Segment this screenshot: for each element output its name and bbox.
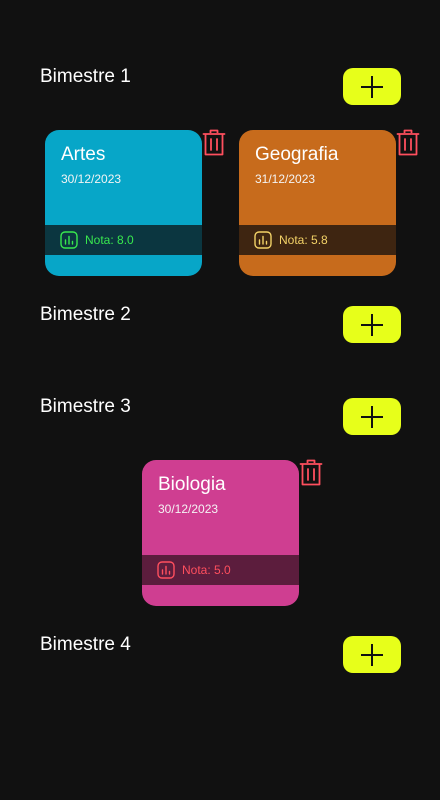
- section-title: Bimestre 2: [40, 304, 131, 325]
- delete-card-button[interactable]: [299, 459, 323, 487]
- plus-icon: [361, 643, 383, 666]
- chart-icon: [60, 231, 78, 249]
- delete-card-button[interactable]: [202, 129, 226, 157]
- card-grade-footer: Nota: 5.0: [142, 555, 299, 585]
- card-date: 31/12/2023: [255, 172, 316, 186]
- section-title: Bimestre 1: [40, 66, 131, 87]
- card-grade: Nota: 5.8: [279, 233, 328, 247]
- section-title: Bimestre 3: [40, 396, 131, 417]
- subject-card[interactable]: Geografia 31/12/2023 Nota: 5.8: [239, 130, 396, 276]
- card-date: 30/12/2023: [158, 502, 219, 516]
- trash-icon: [202, 129, 226, 156]
- card-subject: Artes: [61, 144, 106, 165]
- add-note-button[interactable]: [343, 306, 401, 343]
- plus-icon: [361, 313, 383, 336]
- trash-icon: [396, 129, 420, 156]
- card-subject: Biologia: [158, 474, 226, 495]
- card-date: 30/12/2023: [61, 172, 122, 186]
- add-note-button[interactable]: [343, 398, 401, 435]
- chart-icon: [157, 561, 175, 579]
- card-subject: Geografia: [255, 144, 339, 165]
- add-note-button[interactable]: [343, 68, 401, 105]
- subject-card[interactable]: Artes 30/12/2023 Nota: 8.0: [45, 130, 202, 276]
- section-title: Bimestre 4: [40, 634, 131, 655]
- card-grade: Nota: 5.0: [182, 563, 231, 577]
- trash-icon: [299, 459, 323, 486]
- card-grade: Nota: 8.0: [85, 233, 134, 247]
- subject-card[interactable]: Biologia 30/12/2023 Nota: 5.0: [142, 460, 299, 606]
- delete-card-button[interactable]: [396, 129, 420, 157]
- chart-icon: [254, 231, 272, 249]
- card-grade-footer: Nota: 8.0: [45, 225, 202, 255]
- card-grade-footer: Nota: 5.8: [239, 225, 396, 255]
- plus-icon: [361, 75, 383, 98]
- add-note-button[interactable]: [343, 636, 401, 673]
- plus-icon: [361, 405, 383, 428]
